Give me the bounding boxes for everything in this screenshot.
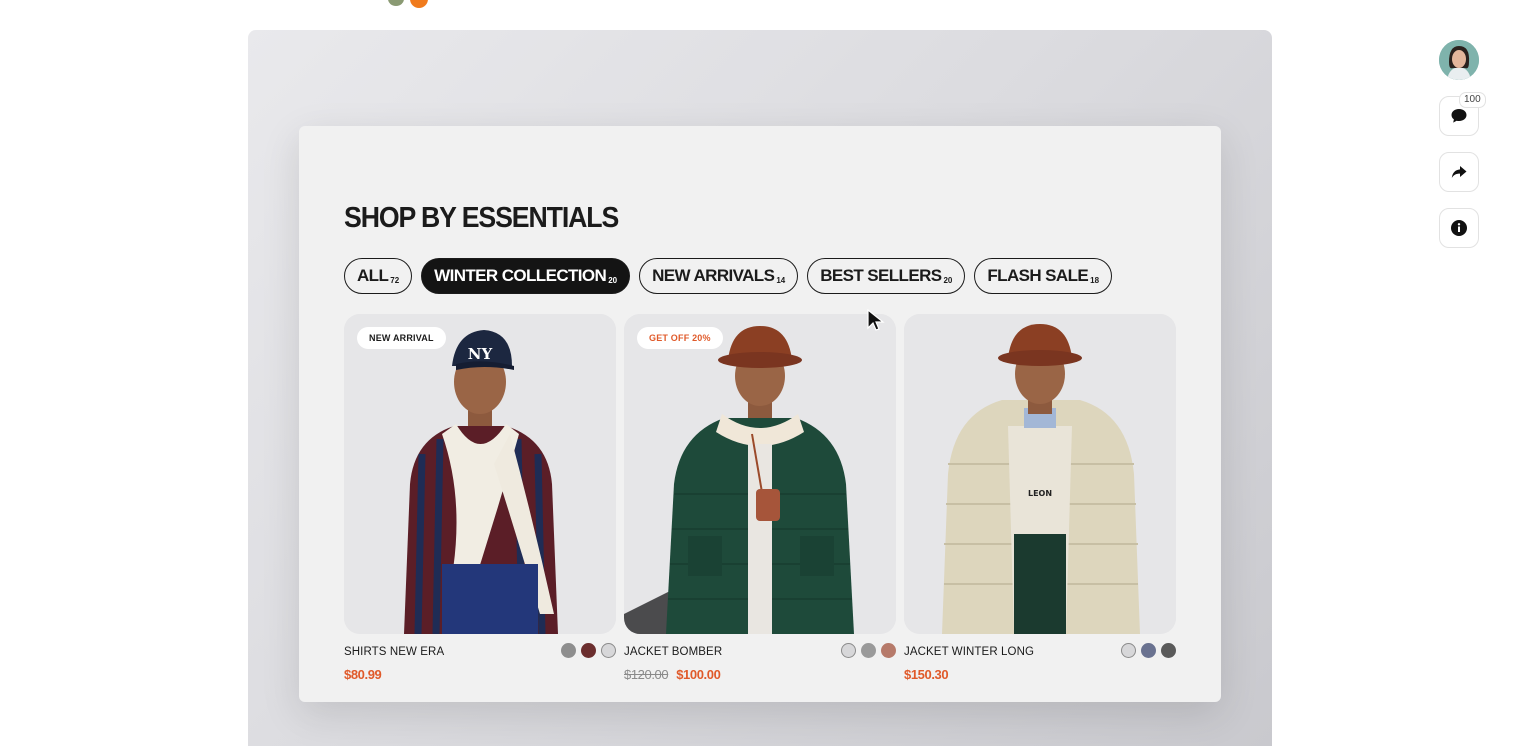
product-card[interactable]: NY NEW ARRIVAL SHIRTS NEW ERA $80.99 [344, 314, 616, 694]
share-button[interactable] [1439, 152, 1479, 192]
tab-label: ALL [357, 266, 389, 285]
model-illustration: LEON [904, 314, 1176, 634]
logo-mark-green [388, 0, 404, 6]
brand-logo [388, 0, 432, 8]
product-name[interactable]: JACKET BOMBER [624, 646, 722, 658]
tab-label: WINTER COLLECTION [434, 266, 607, 285]
svg-text:LEON: LEON [1028, 489, 1052, 498]
avatar-portrait [1439, 40, 1479, 80]
info-icon [1451, 220, 1467, 236]
product-name[interactable]: JACKET WINTER LONG [904, 646, 1034, 658]
swatch-burgundy[interactable] [581, 643, 596, 658]
section-title: SHOP BY ESSENTIALS [344, 202, 619, 234]
swatch-light-grey[interactable] [601, 643, 616, 658]
shop-card: SHOP BY ESSENTIALS ALL 72 WINTER COLLECTI… [299, 126, 1221, 702]
product-card[interactable]: LEON JACKET WINTER LONG $150.30 [904, 314, 1176, 694]
logo-mark-orange [410, 0, 428, 8]
product-image[interactable]: LEON [904, 314, 1176, 634]
tab-count: 18 [1090, 275, 1100, 285]
swatch-terracotta[interactable] [881, 643, 896, 658]
tab-flash-sale[interactable]: FLASH SALE 18 [974, 258, 1113, 294]
comment-count-badge: 100 [1459, 92, 1486, 108]
product-name[interactable]: SHIRTS NEW ERA [344, 646, 444, 658]
swatch-light-grey[interactable] [841, 643, 856, 658]
swatch-slate-blue[interactable] [1141, 643, 1156, 658]
tab-label: FLASH SALE [987, 266, 1089, 285]
comment-icon [1451, 109, 1467, 123]
tab-all[interactable]: ALL 72 [344, 258, 413, 294]
side-rail: 100 [1439, 40, 1486, 248]
product-badge: NEW ARRIVAL [357, 327, 446, 349]
tab-count: 20 [943, 275, 953, 285]
product-grid: NY NEW ARRIVAL SHIRTS NEW ERA $80.99 GET… [344, 314, 1176, 694]
tab-count: 14 [776, 275, 786, 285]
tab-new-arrivals[interactable]: NEW ARRIVALS 14 [639, 258, 799, 294]
product-price: $150.30 [904, 667, 949, 682]
tab-count: 20 [608, 275, 618, 285]
info-button[interactable] [1439, 208, 1479, 248]
product-price: $100.00 [676, 667, 721, 682]
tab-best-sellers[interactable]: BEST SELLERS 20 [807, 258, 966, 294]
svg-text:NY: NY [468, 345, 493, 363]
tab-count: 72 [390, 275, 400, 285]
swatch-light-grey[interactable] [1121, 643, 1136, 658]
model-illustration [624, 314, 896, 634]
swatch-grey[interactable] [561, 643, 576, 658]
mouse-cursor-icon [867, 309, 885, 331]
tab-label: NEW ARRIVALS [652, 266, 775, 285]
swatch-grey[interactable] [861, 643, 876, 658]
product-old-price: $120.00 [624, 667, 669, 682]
avatar[interactable] [1439, 40, 1479, 80]
preview-stage: SHOP BY ESSENTIALS ALL 72 WINTER COLLECTI… [248, 30, 1272, 746]
product-card[interactable]: GET OFF 20% JACKET BOMBER $120.00 $100.0… [624, 314, 896, 694]
product-price: $80.99 [344, 667, 382, 682]
tab-winter-collection[interactable]: WINTER COLLECTION 20 [421, 258, 631, 294]
product-image[interactable]: GET OFF 20% [624, 314, 896, 634]
model-illustration: NY [344, 314, 616, 634]
share-icon [1451, 166, 1467, 178]
product-badge: GET OFF 20% [637, 327, 723, 349]
color-swatches [561, 643, 616, 658]
swatch-charcoal[interactable] [1161, 643, 1176, 658]
color-swatches [1121, 643, 1176, 658]
product-image[interactable]: NY NEW ARRIVAL [344, 314, 616, 634]
color-swatches [841, 643, 896, 658]
category-tabs: ALL 72 WINTER COLLECTION 20 NEW ARRIVALS 14… [344, 258, 1113, 294]
tab-label: BEST SELLERS [820, 266, 942, 285]
